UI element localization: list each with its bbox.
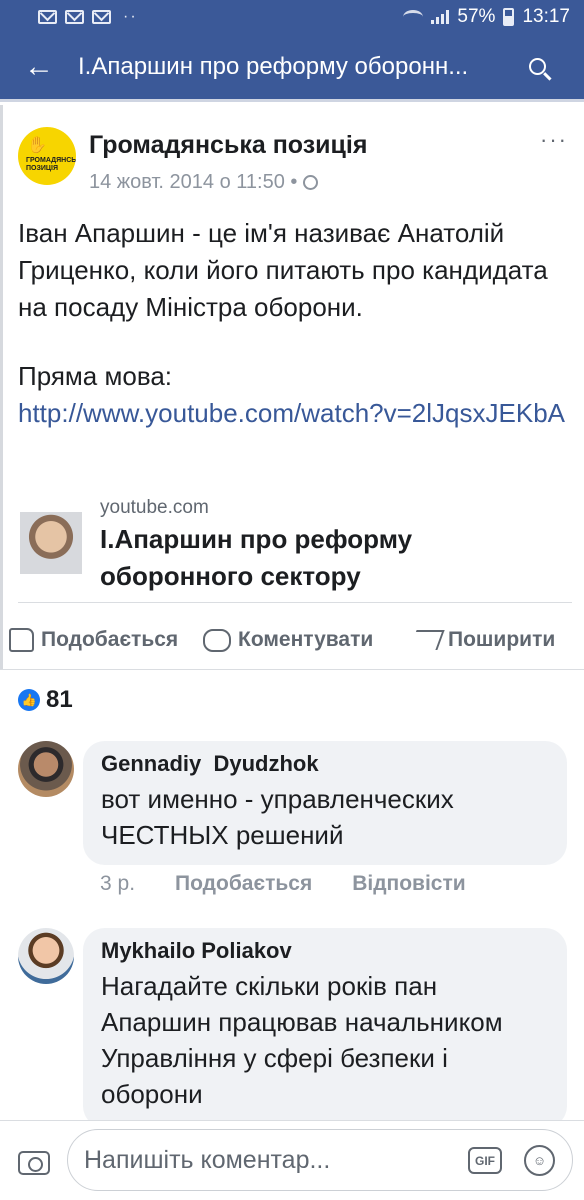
comment-text: вот именно - управленческих ЧЕСТНЫХ реше… [101, 784, 454, 850]
mail-icon [92, 10, 111, 24]
clock: 13:17 [522, 6, 570, 27]
share-arrow-icon [409, 630, 445, 650]
like-reaction-icon: 👍 [18, 689, 40, 711]
reactions-summary[interactable]: 👍 81 [18, 686, 73, 714]
post-options-button[interactable]: ··· [540, 127, 568, 153]
comment-input-box: GIF ☺ [67, 1129, 573, 1191]
post-text-paragraph: Іван Апаршин - це ім'я називає Анатолій … [18, 218, 548, 322]
comment-icon [203, 628, 231, 652]
link-preview-card[interactable]: youtube.com І.Апаршин про реформу оборон… [18, 491, 572, 603]
thumbs-up-icon [9, 628, 34, 652]
divider [0, 669, 584, 670]
signal-icon [431, 10, 450, 24]
post-body: Іван Апаршин - це ім'я називає Анатолій … [18, 215, 573, 432]
post-link[interactable]: http://www.youtube.com/watch?v=2lJqsxJEK… [18, 395, 573, 432]
app-bar: ← І.Апаршин про реформу оборонн... [0, 34, 584, 102]
post-text-label: Пряма мова: [18, 361, 173, 391]
wifi-icon [403, 10, 424, 24]
avatar[interactable] [18, 741, 74, 797]
search-icon [528, 58, 546, 75]
status-bar: ·· 57% 13:17 [0, 0, 584, 34]
battery-percent: 57% [457, 6, 496, 27]
post: ✋ ГРОМАДЯНСЬКА ПОЗИЦІЯ Громадянська пози… [0, 105, 584, 669]
comment-bubble: Mykhailo Poliakov Нагадайте скільки рокі… [83, 928, 567, 1128]
mail-icon [38, 10, 57, 24]
hand-logo-icon: ✋ [27, 137, 47, 154]
search-button[interactable] [490, 33, 584, 101]
link-title: І.Апаршин про реформу оборонного сектору [100, 524, 413, 591]
battery-icon [503, 8, 515, 26]
comment-like-button[interactable]: Подобається [175, 872, 312, 896]
comment-button[interactable]: Коментувати [203, 628, 373, 652]
share-label: Поширити [448, 628, 556, 651]
comment-time[interactable]: 3 р. [100, 872, 135, 896]
back-button[interactable]: ← [0, 33, 78, 101]
notification-icons: ·· [38, 8, 138, 26]
share-button[interactable]: Поширити [409, 628, 556, 652]
comment-composer: GIF ☺ [0, 1120, 584, 1200]
arrow-left-icon: ← [24, 49, 54, 83]
page-name-link[interactable]: Громадянська позиція [89, 131, 367, 160]
link-domain: youtube.com [100, 497, 209, 518]
reaction-count: 81 [46, 686, 73, 713]
comment-reply-button[interactable]: Відповісти [352, 872, 465, 896]
like-button[interactable]: Подобається [9, 628, 178, 652]
post-timestamp[interactable]: 14 жовт. 2014 о 11:50 • [89, 171, 297, 194]
camera-icon[interactable] [18, 1151, 50, 1175]
page-title: І.Апаршин про реформу оборонн... [78, 52, 469, 80]
logo-text: ГРОМАДЯНСЬКА ПОЗИЦІЯ [26, 157, 76, 172]
comment-label: Коментувати [238, 628, 374, 651]
emoji-icon[interactable]: ☺ [524, 1145, 555, 1176]
mail-icon [65, 10, 84, 24]
post-actions: Подобається Коментувати Поширити [3, 612, 584, 668]
post-header: ✋ ГРОМАДЯНСЬКА ПОЗИЦІЯ Громадянська пози… [18, 127, 578, 193]
comment-input[interactable] [84, 1142, 444, 1178]
comment-text: Нагадайте скільки років пан Апаршин прац… [101, 971, 503, 1109]
post-meta: 14 жовт. 2014 о 11:50 • [89, 171, 319, 194]
like-label: Подобається [41, 628, 179, 651]
more-dots-icon: ·· [123, 8, 138, 25]
comment-meta: 3 р. Подобається Відповісти [100, 872, 466, 896]
link-thumbnail [20, 512, 82, 574]
page-avatar[interactable]: ✋ ГРОМАДЯНСЬКА ПОЗИЦІЯ [18, 127, 76, 185]
comment-author[interactable]: Mykhailo Poliakov [101, 938, 549, 964]
comment-bubble: Gennadiy Dyudzhok вот именно - управленч… [83, 741, 567, 865]
gif-button[interactable]: GIF [468, 1147, 502, 1174]
avatar[interactable] [18, 928, 74, 984]
globe-icon [303, 175, 319, 190]
comment-author[interactable]: Gennadiy Dyudzhok [101, 751, 549, 777]
more-horizontal-icon: ··· [540, 127, 568, 152]
system-icons: 57% 13:17 [403, 6, 570, 28]
